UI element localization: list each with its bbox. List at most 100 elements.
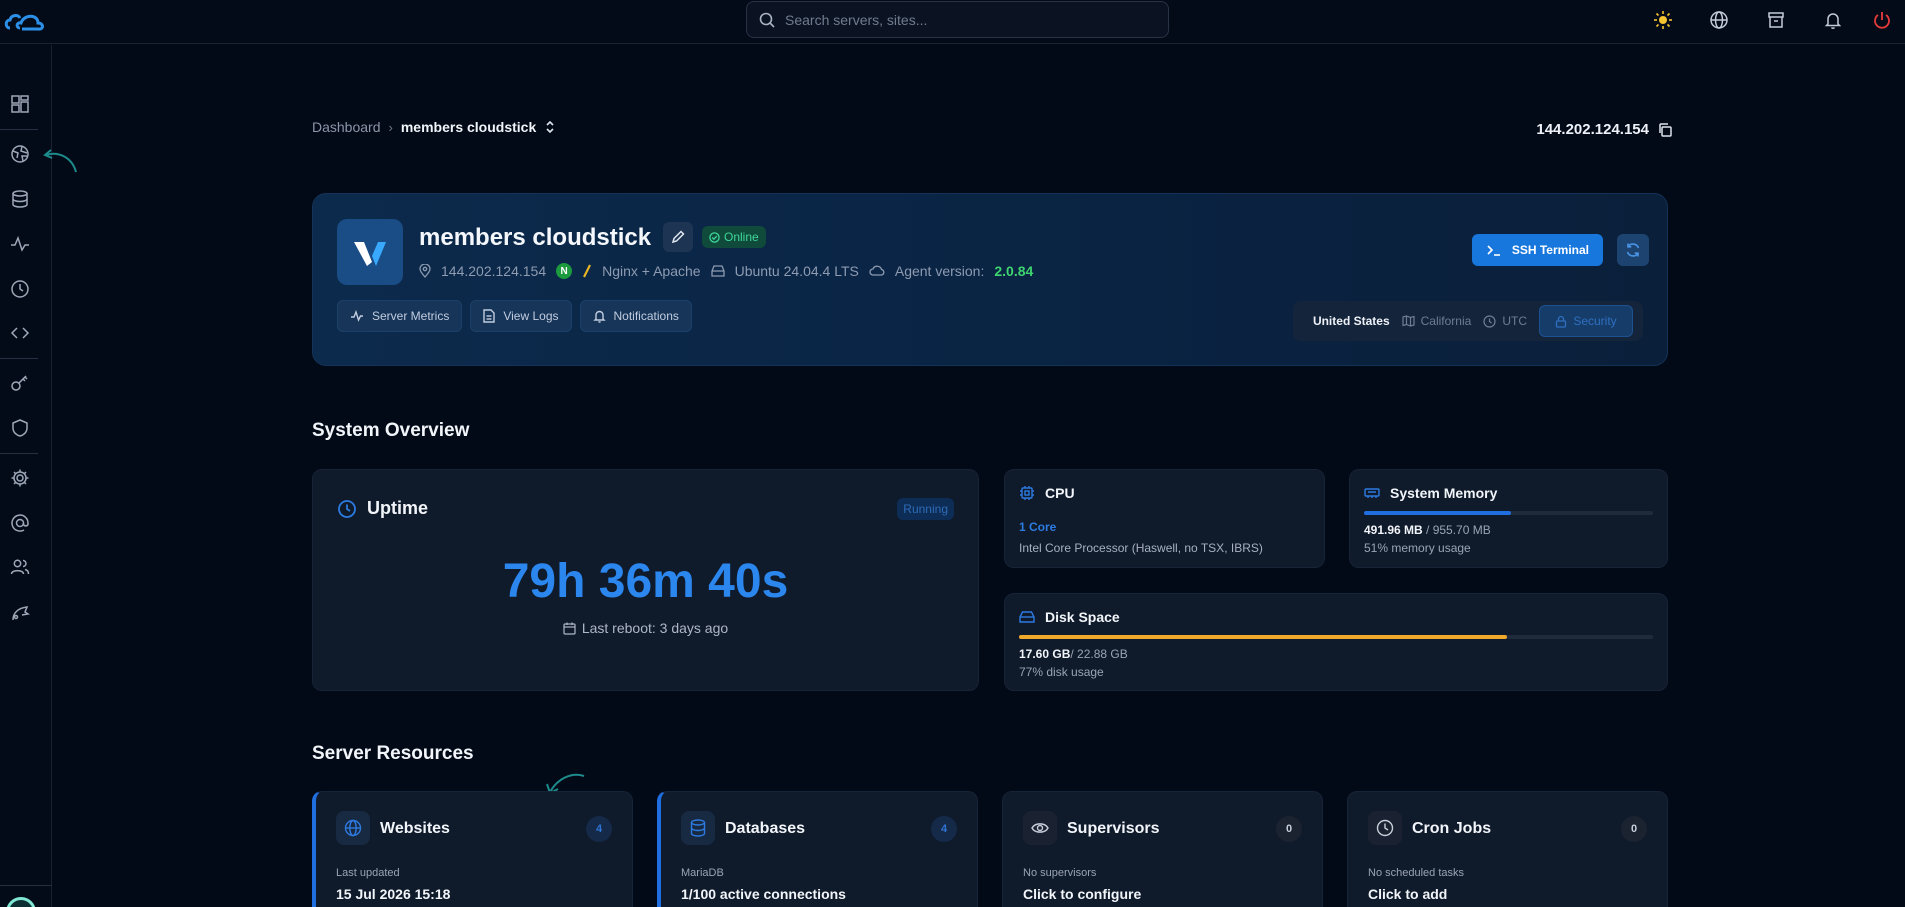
store-icon[interactable] — [1764, 8, 1788, 32]
sidebar-users-icon[interactable] — [8, 555, 32, 579]
disk-total: / 22.88 GB — [1070, 647, 1128, 661]
websites-card[interactable]: Websites 4 Last updated 15 Jul 2026 15:1… — [312, 791, 633, 907]
sidebar-database-icon[interactable] — [8, 187, 32, 211]
last-reboot-text: Last reboot: 3 days ago — [581, 620, 729, 636]
memory-usage-line: 491.96 MB / 955.70 MB — [1364, 523, 1491, 537]
memory-used: 491.96 MB — [1364, 523, 1423, 537]
server-name: members cloudstick — [419, 224, 652, 251]
copy-icon[interactable] — [1657, 122, 1673, 138]
server-region: California — [1420, 314, 1472, 328]
sidebar-settings-icon[interactable] — [8, 466, 32, 490]
power-icon[interactable] — [1870, 8, 1894, 32]
cron-jobs-action[interactable]: Click to add — [1368, 886, 1447, 902]
file-icon — [483, 309, 496, 323]
header-ip: 144.202.124.154 — [1536, 121, 1673, 138]
disk-title-text: Disk Space — [1045, 609, 1120, 625]
breadcrumb-dashboard-link[interactable]: Dashboard — [312, 119, 381, 135]
timezone-item: UTC — [1483, 314, 1527, 328]
ssh-terminal-button[interactable]: SSH Terminal — [1471, 234, 1603, 266]
server-metrics-button[interactable]: Server Metrics — [337, 300, 463, 332]
disk-progress-fill — [1019, 635, 1508, 639]
cpu-icon — [1020, 486, 1034, 500]
eye-icon — [1031, 823, 1049, 833]
edit-server-name-button[interactable] — [663, 222, 693, 252]
bell-icon[interactable] — [1821, 8, 1845, 32]
uptime-title: Uptime — [337, 498, 428, 519]
cron-jobs-subtitle: No scheduled tasks — [1368, 867, 1464, 879]
databases-icon-box — [681, 811, 715, 845]
disk-card: Disk Space 17.60 GB/ 22.88 GB 77% disk u… — [1004, 593, 1668, 691]
cpu-cores: 1 Core — [1019, 520, 1057, 534]
sidebar-email-icon[interactable] — [8, 511, 32, 535]
hard-drive-icon — [1019, 611, 1035, 623]
server-ip: 144.202.124.154 — [441, 263, 547, 279]
databases-count-badge: 4 — [931, 816, 957, 842]
search-bar[interactable] — [746, 1, 1169, 38]
cron-jobs-count-badge: 0 — [1621, 816, 1647, 842]
memory-usage-percent: 51% memory usage — [1364, 541, 1471, 555]
globe-icon[interactable] — [1707, 8, 1731, 32]
sidebar-key-icon[interactable] — [8, 371, 32, 395]
server-os: Ubuntu 24.04.4 LTS — [734, 263, 859, 279]
disk-used: 17.60 GB — [1019, 647, 1071, 661]
uptime-card: Uptime Running 79h 36m 40s Last reboot: … — [312, 469, 979, 691]
refresh-button[interactable] — [1617, 234, 1649, 266]
chevron-up-down-icon[interactable] — [544, 120, 556, 134]
supervisors-subtitle: No supervisors — [1023, 867, 1097, 879]
chevron-right-icon: › — [388, 119, 393, 135]
supervisors-action[interactable]: Click to configure — [1023, 886, 1141, 902]
view-logs-button[interactable]: View Logs — [470, 300, 572, 332]
search-icon — [759, 12, 775, 28]
sidebar-deploy-icon[interactable] — [8, 601, 32, 625]
apache-feather-icon — [583, 264, 592, 278]
theme-toggle-sun-icon[interactable] — [1651, 8, 1675, 32]
supervisors-title: Supervisors — [1067, 820, 1160, 837]
websites-last-updated: 15 Jul 2026 15:18 — [336, 886, 451, 902]
notifications-label: Notifications — [613, 309, 679, 323]
security-button[interactable]: Security — [1539, 305, 1633, 337]
sidebar-activity-icon[interactable] — [8, 232, 32, 256]
lock-icon — [1556, 315, 1567, 328]
server-card: members cloudstick Online 144.202.124.15… — [312, 193, 1668, 366]
running-badge: Running — [897, 498, 954, 520]
sidebar-code-icon[interactable] — [8, 321, 32, 345]
database-icon — [690, 819, 706, 837]
uptime-value: 79h 36m 40s — [502, 555, 789, 608]
databases-connections: 1/100 active connections — [681, 886, 846, 902]
location-pin-icon — [419, 264, 431, 278]
websites-title: Websites — [380, 820, 450, 837]
supervisors-card[interactable]: Supervisors 0 No supervisors Click to co… — [1002, 791, 1323, 907]
server-resources-title: Server Resources — [312, 743, 474, 764]
notifications-button[interactable]: Notifications — [579, 300, 692, 332]
memory-total: / 955.70 MB — [1422, 523, 1491, 537]
websites-icon-box — [336, 811, 370, 845]
clock-icon — [338, 499, 356, 518]
brand-logo[interactable] — [4, 8, 48, 34]
cloud-icon — [869, 265, 885, 276]
memory-title-text: System Memory — [1390, 485, 1498, 501]
system-overview-title: System Overview — [312, 420, 470, 441]
calendar-icon — [563, 622, 576, 635]
memory-progress-track — [1364, 511, 1653, 515]
memory-title: System Memory — [1364, 485, 1497, 501]
databases-title: Databases — [725, 820, 806, 837]
webserver-stack: Nginx + Apache — [602, 263, 701, 279]
refresh-icon — [1626, 243, 1640, 257]
breadcrumb-current[interactable]: members cloudstick — [401, 119, 536, 135]
websites-count-badge: 4 — [586, 816, 612, 842]
sidebar-shield-icon[interactable] — [8, 416, 32, 440]
ssh-terminal-label: SSH Terminal — [1511, 243, 1589, 257]
sidebar-dashboard-icon[interactable] — [8, 92, 32, 116]
clock-icon — [1376, 819, 1394, 837]
cpu-model: Intel Core Processor (Haswell, no TSX, I… — [1019, 541, 1263, 555]
databases-card[interactable]: Databases 4 MariaDB 1/100 active connect… — [657, 791, 978, 907]
nginx-icon: N — [556, 263, 573, 279]
search-input[interactable] — [785, 11, 1145, 28]
region-item: California — [1402, 314, 1472, 328]
header-ip-text: 144.202.124.154 — [1536, 121, 1649, 138]
user-avatar[interactable] — [6, 897, 36, 907]
sidebar-websites-icon[interactable] — [8, 142, 32, 166]
cron-jobs-card[interactable]: Cron Jobs 0 No scheduled tasks Click to … — [1347, 791, 1668, 907]
server-country: United States — [1312, 314, 1390, 328]
sidebar-clock-icon[interactable] — [8, 277, 32, 301]
